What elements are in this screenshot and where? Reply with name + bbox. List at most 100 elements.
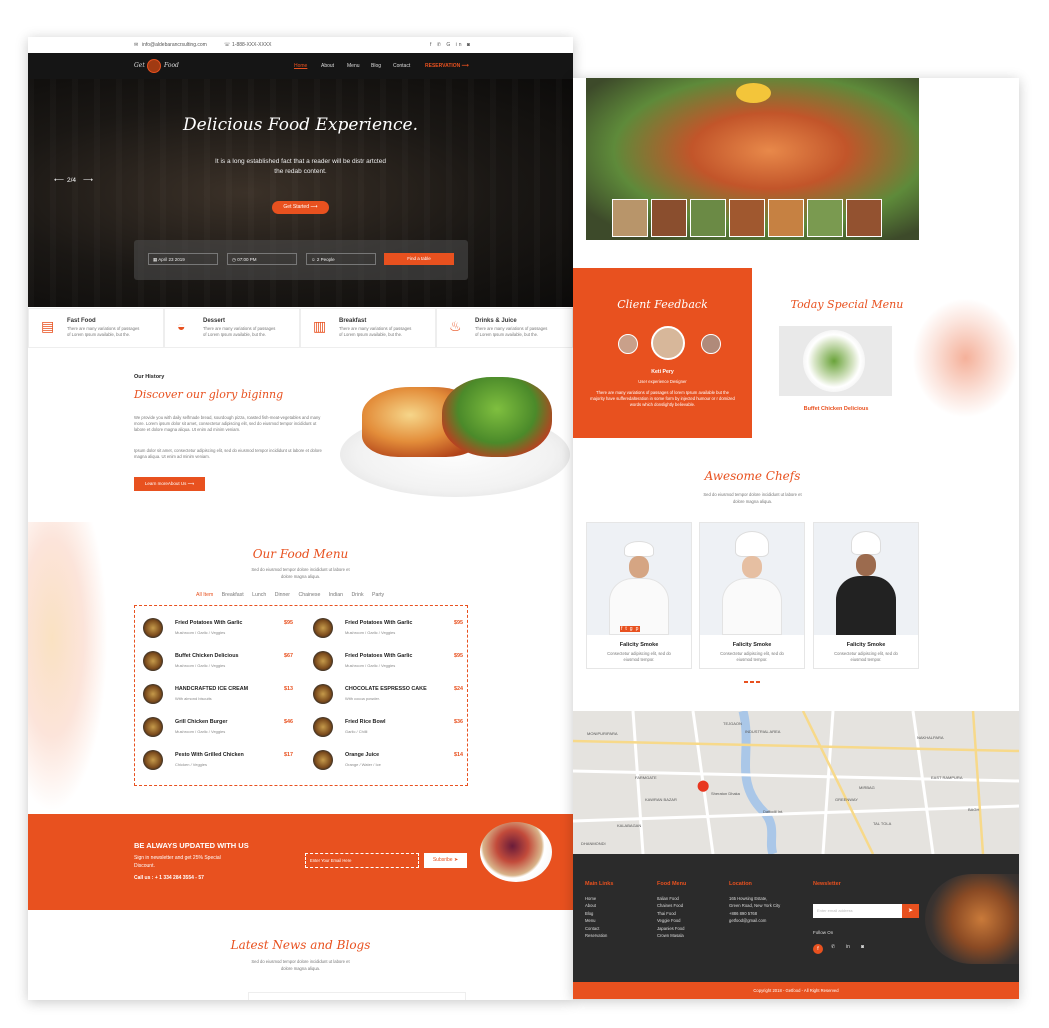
menu-item-name: Fried Potatoes With Garlic (175, 620, 243, 626)
menu-item-desc: With almond biscuits (175, 696, 212, 701)
gallery-thumb[interactable] (651, 199, 687, 237)
date-field[interactable]: ▦ April 23 2019 (148, 253, 218, 265)
feature-desc: of Lorem Ipsum available, but the. (67, 332, 131, 337)
dish-thumbnail (313, 750, 333, 770)
special-dish-name[interactable]: Buffet Chicken Delicious (752, 406, 920, 412)
footer-link[interactable]: Reservation (585, 932, 607, 939)
menu-item[interactable]: Fried Rice Bowl $36 Garlic / Chilli (313, 715, 463, 745)
top-email[interactable]: info@aldebarancrsulting.com (142, 42, 207, 48)
chef-card[interactable]: ftgp Falicity Smoke Consectetur adipisci… (586, 522, 692, 669)
footer-link[interactable]: Veggie Food (657, 917, 684, 924)
nav-about[interactable]: About (321, 63, 334, 69)
send-icon[interactable]: ➤ (902, 904, 919, 918)
facebook-icon[interactable]: f (813, 944, 823, 954)
footer-link[interactable]: Blog (585, 910, 607, 917)
menu-item[interactable]: Buffet Chicken Delicious $67 Mushroom / Ga… (143, 649, 293, 679)
time-field[interactable]: ◷ 07:00 PM (227, 253, 297, 265)
menu-item[interactable]: Pesto With Grilled Chicken $17 Chicken / V… (143, 748, 293, 778)
feature-dessert[interactable]: ◒ Dessert There are many variations of p… (164, 308, 300, 348)
footer-link[interactable]: Japanies Food (657, 925, 684, 932)
menu-items-box: Fried Potatoes With Garlic $95 Mushroom / … (134, 605, 468, 786)
client-avatar[interactable] (618, 334, 638, 354)
menu-item-name: Fried Potatoes With Garlic (345, 620, 413, 626)
address-line: Green Road, New York City (729, 903, 781, 909)
feature-fast-food[interactable]: ▤ Fast Food There are many variations of… (28, 308, 164, 348)
blog-title: Latest News and Blogs (230, 938, 371, 952)
menu-item-price: $24 (454, 686, 463, 692)
footer-link[interactable]: Home (585, 895, 607, 902)
chef-card[interactable]: Falicity Smoke Consectetur adipiscing el… (813, 522, 919, 669)
tab-all-item[interactable]: All Item (196, 592, 213, 598)
subscribe-button[interactable]: Subsribe ➤ (424, 853, 467, 868)
tab-chainese[interactable]: Chainese (298, 592, 320, 598)
menu-item-desc: Mushroom / Garlic / Veggies (345, 663, 396, 668)
footer-link[interactable]: Chaines Food (657, 902, 684, 909)
get-started-button[interactable]: Get Started ⟶ (272, 201, 329, 214)
chef-carousel-dots[interactable] (744, 681, 760, 683)
linkedin-icon[interactable]: in (846, 944, 850, 950)
footer-link[interactable]: Thai Food (657, 910, 684, 917)
footer-link[interactable]: About (585, 902, 607, 909)
feature-drinks[interactable]: ♨ Drinks & Juice There are many variatio… (436, 308, 573, 348)
menu-item-desc: Mushroom / Garlic / Veggies (175, 663, 226, 668)
brand-logo[interactable]: Get Food (134, 59, 180, 73)
prev-arrow-icon[interactable]: ⟵ (54, 176, 64, 184)
footer-link[interactable]: Crown Masala (657, 932, 684, 939)
nav-menu[interactable]: Menu (347, 63, 360, 69)
client-avatar-active[interactable] (651, 326, 685, 360)
gallery-thumb[interactable] (690, 199, 726, 237)
location-map[interactable]: MONIPURIPARA TEJGAON INDUSTRIAL AREA NAK… (573, 711, 1019, 854)
menu-item-price: $95 (454, 620, 463, 626)
tab-lunch[interactable]: Lunch (252, 592, 266, 598)
tab-dinner[interactable]: Dinner (275, 592, 290, 598)
chef-social-icons[interactable]: ftgp (620, 626, 641, 632)
menu-item[interactable]: Fried Potatoes With Garlic $95 Mushroom / … (313, 616, 463, 646)
footer-link[interactable]: Italian Food (657, 895, 684, 902)
tab-indian[interactable]: Indian (329, 592, 343, 598)
newsletter-email-input[interactable]: Enter Your Email Here (305, 853, 419, 868)
nav-contact[interactable]: Contact (393, 63, 410, 69)
chef-card[interactable]: Falicity Smoke Consectetur adipiscing el… (699, 522, 805, 669)
people-field[interactable]: ☺ 2 People (306, 253, 376, 265)
footer-email-input[interactable]: Enter email address (813, 904, 902, 918)
tab-breakfast[interactable]: Breakfast (222, 592, 244, 598)
menu-item[interactable]: HANDCRAFTED ICE CREAM $13 With almond bisc… (143, 682, 293, 712)
twitter-icon[interactable]: ✆ (831, 944, 835, 950)
menu-item[interactable]: Grill Chicken Burger $46 Mushroom / Garlic… (143, 715, 293, 745)
learn-more-button[interactable]: Learn moreAbout Us ⟶ (134, 477, 205, 491)
next-arrow-icon[interactable]: ⟶ (83, 176, 93, 184)
nav-blog[interactable]: Blog (371, 63, 381, 69)
reservation-label: RESERVATION (425, 63, 461, 69)
menu-item-desc: Orange / Water / Ice (345, 762, 381, 767)
social-icons[interactable]: f ✆ G in ◙ (430, 42, 472, 48)
footer-newsletter-title: Newsletter (813, 881, 841, 887)
footer-link[interactable]: Contact (585, 925, 607, 932)
pasta-image (925, 874, 1019, 964)
menu-item[interactable]: Fried Potatoes With Garlic $95 Mushroom / … (143, 616, 293, 646)
nav-home[interactable]: Home (294, 63, 307, 69)
find-table-button[interactable]: Find a table (384, 253, 454, 265)
follow-label: Follow On (813, 930, 834, 935)
tab-party[interactable]: Party (372, 592, 384, 598)
menu-item[interactable]: CHOCOLATE ESPRESSO CAKE $24 With cocoa pow… (313, 682, 463, 712)
history-label: Our History (134, 374, 165, 380)
nav-reservation[interactable]: RESERVATION ⟶ (425, 63, 469, 69)
instagram-icon[interactable]: ◙ (861, 944, 864, 950)
client-avatar[interactable] (701, 334, 721, 354)
map-pin-icon[interactable]: ⬤ (697, 779, 709, 792)
gallery-thumb[interactable] (729, 199, 765, 237)
gallery-thumb[interactable] (807, 199, 843, 237)
gallery-thumb[interactable] (768, 199, 804, 237)
gallery-thumb[interactable] (612, 199, 648, 237)
feature-breakfast[interactable]: ▥ Breakfast There are many variations of… (300, 308, 436, 348)
slide-counter: 2/4 (67, 177, 77, 184)
gallery-thumb[interactable] (846, 199, 882, 237)
footer-link[interactable]: Menu (585, 917, 607, 924)
menu-item[interactable]: Fried Potatoes With Garlic $95 Mushroom / … (313, 649, 463, 679)
tab-drink[interactable]: Drink (351, 592, 363, 598)
blog-subtitle-1: Sed do eiusmod tempor dolore incididunt … (251, 959, 350, 964)
menu-item[interactable]: Orange Juice $14 Orange / Water / Ice (313, 748, 463, 778)
blog-card[interactable] (248, 992, 466, 1000)
email-address[interactable]: getfood@gmail.com (729, 917, 780, 924)
top-phone[interactable]: 1-888-XXX-XXXX (232, 42, 271, 48)
